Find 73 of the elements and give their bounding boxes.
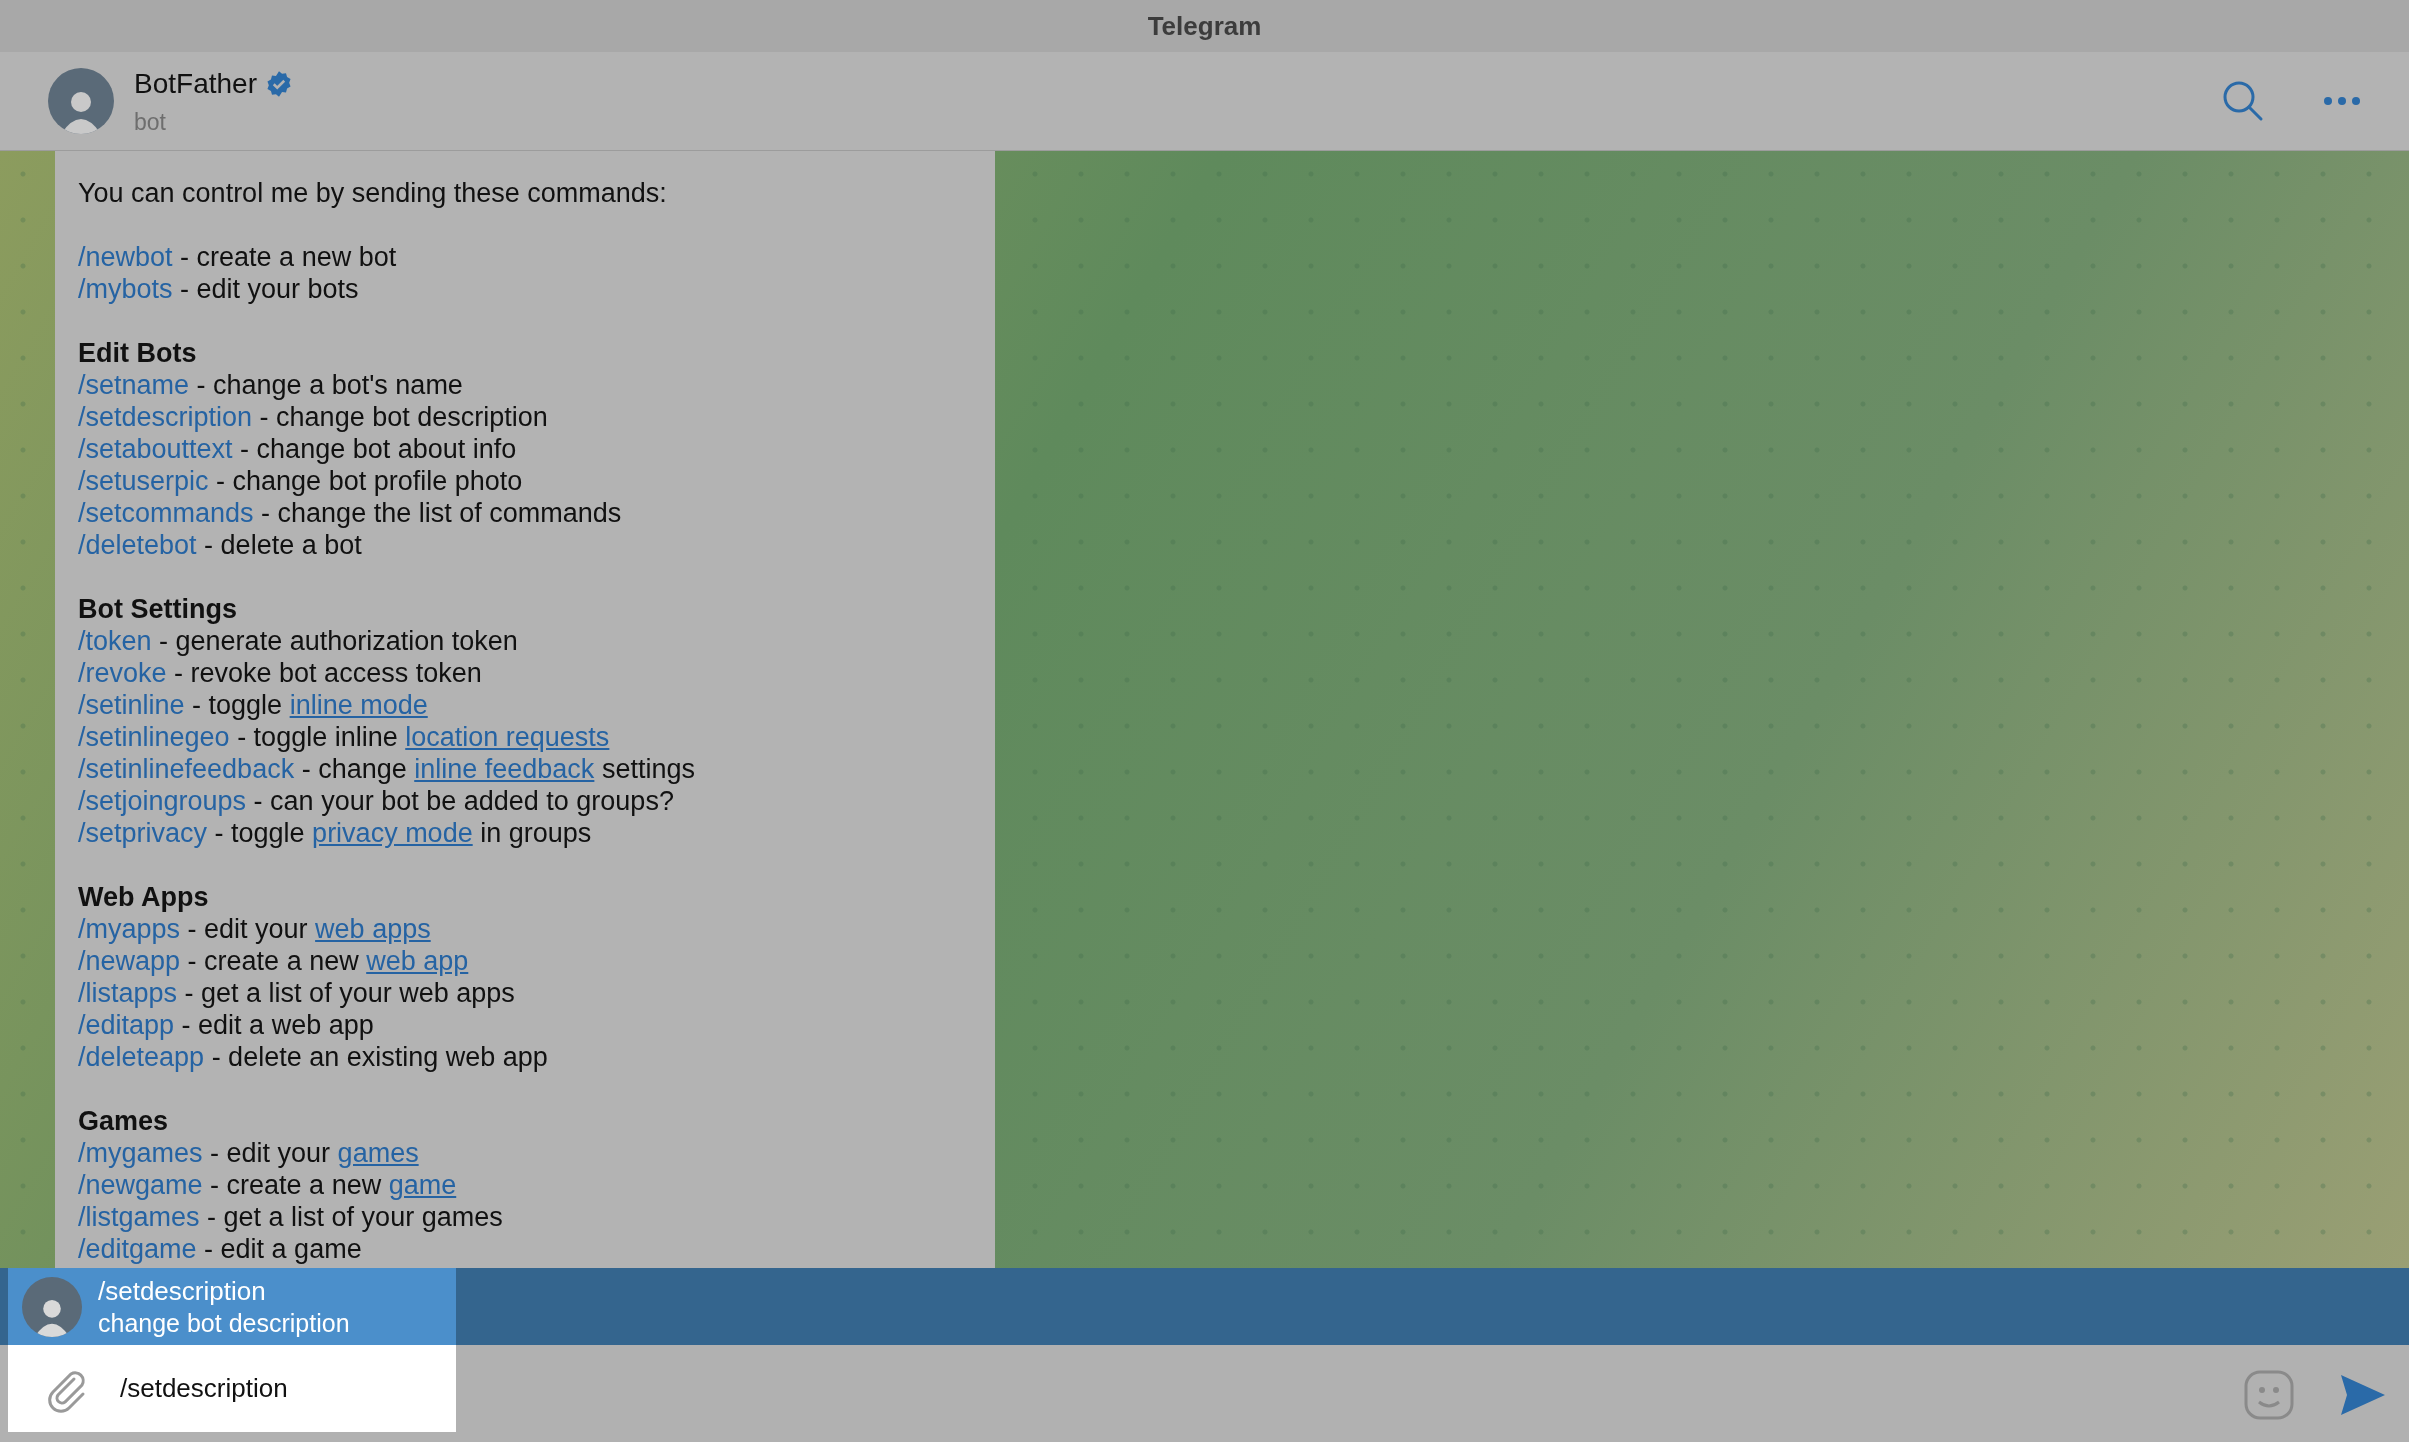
command-line: /listapps - get a list of your web apps — [78, 977, 516, 1009]
command-link[interactable]: /setname — [78, 370, 190, 400]
command-link[interactable]: /deletebot — [78, 530, 197, 560]
section-heading: Web Apps — [78, 881, 210, 913]
inline-link[interactable]: privacy mode — [312, 818, 473, 848]
command-line: /editapp - edit a web app — [78, 1009, 375, 1041]
command-link[interactable]: /editapp — [78, 1010, 175, 1040]
inline-link[interactable]: inline mode — [289, 690, 428, 720]
command-line: /setinline - toggle inline mode — [78, 689, 429, 721]
command-line: /token - generate authorization token — [78, 625, 519, 657]
command-line: /newapp - create a new web app — [78, 945, 470, 977]
command-link[interactable]: /revoke — [78, 658, 167, 688]
command-line: /editgame - edit a game — [78, 1233, 363, 1265]
chat-subtitle: bot — [134, 107, 167, 137]
command-link[interactable]: /newbot — [78, 242, 173, 272]
command-link[interactable]: /setjoingroups — [78, 786, 247, 816]
inline-link[interactable]: web app — [366, 946, 469, 976]
command-link[interactable]: /setprivacy — [78, 818, 208, 848]
sticker-icon[interactable] — [2243, 1369, 2295, 1421]
composer-field[interactable]: /setdescription — [8, 1345, 456, 1432]
command-line: /deletebot - delete a bot — [78, 529, 363, 561]
command-line: /mygames - edit your games — [78, 1137, 420, 1169]
command-line: /setdescription - change bot description — [78, 401, 549, 433]
command-line: /setinlinegeo - toggle inline location requests — [78, 721, 611, 753]
section-heading: Bot Settings — [78, 593, 238, 625]
command-link[interactable]: /setinlinefeedback — [78, 754, 295, 784]
command-link[interactable]: /setabouttext — [78, 434, 233, 464]
command-line: /setjoingroups - can your bot be added to groups? — [78, 785, 675, 817]
window-title: Telegram — [1147, 9, 1262, 43]
command-link[interactable]: /mygames — [78, 1138, 203, 1168]
command-link[interactable]: /editgame — [78, 1234, 197, 1264]
command-line: /newgame - create a new game — [78, 1169, 458, 1201]
command-line: /setabouttext - change bot about info — [78, 433, 518, 465]
command-line: /newbot - create a new bot — [78, 241, 398, 273]
command-link[interactable]: /setcommands — [78, 498, 254, 528]
command-link[interactable]: /setinline — [78, 690, 185, 720]
command-link[interactable]: /setuserpic — [78, 466, 209, 496]
inline-link[interactable]: game — [388, 1170, 457, 1200]
suggestion-description: change bot description — [98, 1307, 350, 1339]
command-line: /revoke - revoke bot access token — [78, 657, 483, 689]
command-line: /setcommands - change the list of commands — [78, 497, 623, 529]
command-line: /setinlinefeedback - change inline feedback settings — [78, 753, 696, 785]
command-line: /myapps - edit your web apps — [78, 913, 432, 945]
command-line: /setname - change a bot's name — [78, 369, 464, 401]
command-link[interactable]: /token — [78, 626, 152, 656]
command-link[interactable]: /mybots — [78, 274, 173, 304]
command-link[interactable]: /setinlinegeo — [78, 722, 230, 752]
command-link[interactable]: /setdescription — [78, 402, 253, 432]
message-input-field[interactable]: /setdescription — [120, 1369, 420, 1408]
inline-link[interactable]: location requests — [405, 722, 610, 752]
suggestion-command: /setdescription — [98, 1274, 267, 1307]
command-link[interactable]: /myapps — [78, 914, 181, 944]
command-line: /setprivacy - toggle privacy mode in groups — [78, 817, 593, 849]
inline-link[interactable]: web apps — [315, 914, 431, 944]
command-line: /listgames - get a list of your games — [78, 1201, 504, 1233]
section-heading: Edit Bots — [78, 337, 198, 369]
command-line: You can control me by sending these commands: — [78, 177, 668, 209]
command-line: /deleteapp - delete an existing web app — [78, 1041, 549, 1073]
command-line: /setuserpic - change bot profile photo — [78, 465, 524, 497]
command-link[interactable]: /newgame — [78, 1170, 203, 1200]
send-icon[interactable] — [2339, 1373, 2387, 1417]
command-link[interactable]: /deleteapp — [78, 1042, 205, 1072]
chat-name: BotFather — [134, 66, 257, 101]
search-icon[interactable] — [2221, 79, 2265, 123]
command-link[interactable]: /newapp — [78, 946, 181, 976]
inline-link[interactable]: inline feedback — [414, 754, 595, 784]
command-suggestion[interactable]: /setdescription change bot description — [8, 1268, 456, 1345]
section-heading: Games — [78, 1105, 170, 1137]
command-line: /mybots - edit your bots — [78, 273, 360, 305]
command-link[interactable]: /listapps — [78, 978, 178, 1008]
more-options-icon[interactable] — [2323, 96, 2361, 106]
command-link[interactable]: /listgames — [78, 1202, 200, 1232]
inline-link[interactable]: games — [337, 1138, 419, 1168]
